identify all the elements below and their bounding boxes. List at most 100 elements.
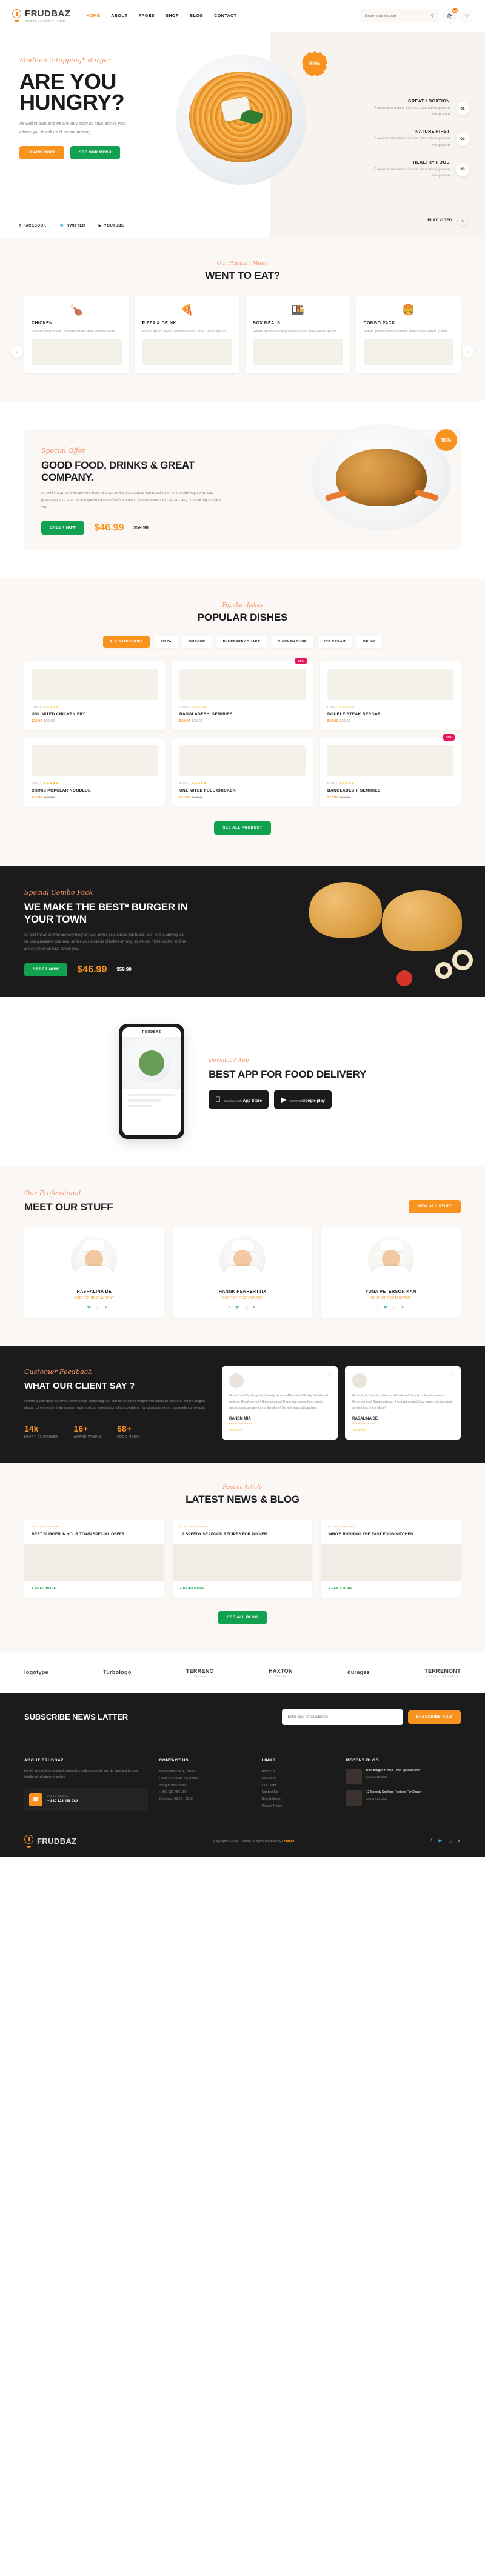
read-more-link[interactable]: + READ MORE — [24, 1581, 164, 1598]
filter-pizza[interactable]: PIZZA — [153, 635, 178, 648]
chevron-left-icon[interactable]: ‹ — [11, 345, 23, 358]
stat-item: 14k HAPPY CUSTOMER — [24, 1424, 58, 1439]
filter-all-categories[interactable]: ALL CATEGORIES — [103, 635, 150, 648]
footer-contact-title: CONTACT US — [159, 1758, 189, 1763]
instagram-icon[interactable]: ▢ — [393, 1306, 396, 1309]
social-link-twitter[interactable]: 🐦 TWITTER — [60, 224, 85, 229]
social-link-youtube[interactable]: ▶ YOUTUBE — [99, 224, 124, 229]
chevron-right-icon[interactable]: › — [462, 345, 474, 358]
nav-item-contact[interactable]: CONTACT — [214, 14, 236, 18]
testimonial-role: FOUNDER & CEO — [352, 1423, 376, 1426]
youtube-icon[interactable]: ▶ — [253, 1306, 256, 1309]
dish-card[interactable]: FOOD ★★★★★ UNLIMITED FULL CHICKEN $22.00 $… — [172, 737, 313, 807]
category-card[interactable]: 🍕 PIZZA & DRINK Rorem ipsum advolu ptate… — [135, 296, 239, 374]
youtube-icon[interactable]: ▶ — [458, 1839, 461, 1843]
dish-card[interactable]: FOOD ★★★★★ CHINIS POPULAR NOODLUE $22.00 $… — [24, 737, 165, 807]
read-more-link[interactable]: + READ MORE — [173, 1581, 313, 1598]
footer-call-box[interactable]: ☎ Call Us Anytime + 880 123 456 789 — [24, 1787, 149, 1811]
hero-body: As well known and we are very busy all d… — [19, 122, 126, 135]
play-icon[interactable]: ▶ — [457, 215, 469, 227]
filter-ice-cream[interactable]: ICE CREAM — [317, 635, 352, 648]
category-card[interactable]: 🍔 COMBO PACK Rorem ipsum advolu ptateme … — [356, 296, 461, 374]
view-all-stuff-button[interactable]: VIEW ALL STUFF — [409, 1200, 461, 1213]
contact-item[interactable]: info@frudbaz.com — [159, 1783, 250, 1789]
dish-card[interactable]: 10% FOOD ★★★★★ BANGLADESHI SEMIRIES $22.0… — [172, 657, 313, 730]
blog-post-card[interactable]: FOOD & DESSERT BEST BURGER IN YOUR TOWN … — [24, 1519, 164, 1598]
footer-link[interactable]: Our Team — [262, 1783, 335, 1789]
banner-order-now-button[interactable]: ORDER NOW — [24, 963, 68, 976]
app-store-button[interactable]:  Download on theApp Store — [209, 1090, 269, 1109]
footer-link[interactable]: About Us — [262, 1769, 335, 1775]
team-member-card[interactable]: RASHALINA DE CHEF OF RESTAURANT f 🐦 ▢ ▶ — [24, 1226, 164, 1318]
newsletter-email-input[interactable] — [281, 1709, 403, 1725]
subscribe-button[interactable]: SUBSCRIBE NOW — [407, 1710, 461, 1724]
logo-brand: FRUDBAZ — [25, 8, 71, 19]
site-footer: SUBSCRIBE NEWS LATTER SUBSCRIBE NOW ABOU… — [0, 1693, 485, 1857]
youtube-icon[interactable]: ▶ — [402, 1306, 404, 1309]
footer-link[interactable]: Privacy Policy — [262, 1803, 335, 1810]
search-box[interactable]: ⚲ — [360, 9, 439, 22]
facebook-icon[interactable]: f — [431, 1839, 432, 1843]
dish-card[interactable]: 10% FOOD ★★★★★ BANGLADESHI SEMIRIES $22.0… — [320, 733, 461, 807]
nav-item-pages[interactable]: PAGES — [139, 14, 155, 18]
dish-rating: ★★★★★ — [192, 705, 207, 709]
twitter-icon[interactable]: 🐦 — [87, 1306, 91, 1309]
twitter-icon[interactable]: 🐦 — [235, 1306, 239, 1309]
social-link-facebook[interactable]: f FACEBOOK — [19, 224, 47, 228]
twitter-icon[interactable]: 🐦 — [384, 1306, 388, 1309]
blog-post-card[interactable]: FOOD & DESSERT WHO'S RUNNING THE FAST FO… — [321, 1519, 461, 1598]
contact-item[interactable]: + 880 123 456 789 — [159, 1789, 250, 1796]
see-all-products-button[interactable]: SEE ALL PRODUCT — [214, 821, 271, 835]
nav-item-shop[interactable]: SHOP — [166, 14, 179, 18]
twitter-icon[interactable]: 🐦 — [438, 1839, 442, 1843]
team-member-card[interactable]: HANNK HENRERTTIX CHEF OF RESTAURANT f 🐦 ▢ ▶ — [172, 1226, 313, 1318]
post-image — [172, 1543, 313, 1581]
footer-about-text: Lorem ipsum dolor sit amet consectetur a… — [24, 1769, 138, 1780]
search-icon[interactable]: ⚲ — [430, 13, 434, 19]
category-card[interactable]: 🍗 CHICKEN Rorem ipsum advolu ptateme sit… — [24, 296, 129, 374]
search-input[interactable] — [365, 13, 431, 18]
see-our-menu-button[interactable]: SEE OUR MENU — [70, 145, 120, 159]
recent-blog-item[interactable]: Best Burger In Your Town Special Offer Ja… — [346, 1768, 461, 1784]
cart-button[interactable]: 🛍 04 — [444, 8, 458, 22]
nav-item-about[interactable]: ABOUT — [111, 14, 127, 18]
wishlist-button[interactable]: ♡ — [461, 10, 473, 22]
recent-blog-item[interactable]: 12 Speedy Seafood Recipes For Dinner Janu… — [346, 1790, 461, 1806]
feature-number: 03 — [456, 162, 469, 176]
facebook-icon[interactable]: f — [377, 1306, 378, 1309]
footer-link[interactable]: Blog & News — [262, 1796, 335, 1803]
dish-price: $22.00 — [32, 719, 42, 723]
nav-item-blog[interactable]: BLOG — [190, 14, 203, 18]
filter-blueberry-shake[interactable]: BLUEBERRY SHAKE — [216, 635, 267, 648]
learn-more-button[interactable]: LEARN MORE — [19, 145, 65, 159]
filter-burger[interactable]: BURGER — [182, 635, 212, 648]
footer-logo[interactable]: FRUDBAZ — [24, 1834, 77, 1848]
testimonials-body: Rorem ipsum dolor sit amet, consectetur … — [24, 1399, 206, 1410]
dish-category: FOOD — [327, 781, 338, 786]
youtube-icon[interactable]: ▶ — [105, 1306, 108, 1309]
facebook-icon[interactable]: f — [81, 1306, 82, 1309]
google-play-button[interactable]: ▶ GET IT ONGoogle play — [274, 1090, 332, 1109]
read-more-link[interactable]: + READ MORE — [321, 1581, 461, 1598]
footer-link[interactable]: Our Menu — [262, 1775, 335, 1782]
instagram-icon[interactable]: ▢ — [449, 1839, 452, 1843]
dish-card[interactable]: FOOD ★★★★★ UNLIMITED CHICKEN FRY $22.00 $2… — [24, 661, 165, 730]
instagram-icon[interactable]: ▢ — [96, 1306, 99, 1309]
recent-blog-date: January 15, 2023 — [366, 1775, 388, 1778]
footer-link[interactable]: Contact Us — [262, 1789, 335, 1796]
order-now-button[interactable]: ORDER NOW — [41, 521, 85, 535]
nav-item-home[interactable]: HOME — [86, 14, 100, 18]
team-member-card[interactable]: YUNA PETERSON KAN CHEF OF RESTAURANT f 🐦 ▢… — [321, 1226, 461, 1318]
see-all-blog-button[interactable]: SEE ALL BLOG — [218, 1610, 267, 1624]
dish-card[interactable]: FOOD ★★★★★ DOUBLE STEAK BERGAR $22.00 $29.… — [320, 661, 461, 730]
banner-price-new: $46.99 — [77, 964, 107, 975]
site-logo[interactable]: FRUDBAZ RESTAURANT THEME — [12, 9, 70, 22]
category-card[interactable]: 🍱 BOX MEALS Rorem ipsum advolu ptateme s… — [246, 296, 350, 374]
filter-chicken-chup[interactable]: CHICKEN CHUP — [271, 635, 313, 648]
blog-post-card[interactable]: FOOD & DESSERT 12 SPEEDY SEAFOOD RECIPES… — [172, 1519, 313, 1598]
play-video-button[interactable]: PLAY VIDEO ▶ — [427, 215, 469, 227]
instagram-icon[interactable]: ▢ — [245, 1306, 248, 1309]
facebook-icon[interactable]: f — [229, 1306, 230, 1309]
filter-drink[interactable]: DRINK — [356, 635, 382, 648]
roast-chicken-image — [312, 424, 451, 531]
